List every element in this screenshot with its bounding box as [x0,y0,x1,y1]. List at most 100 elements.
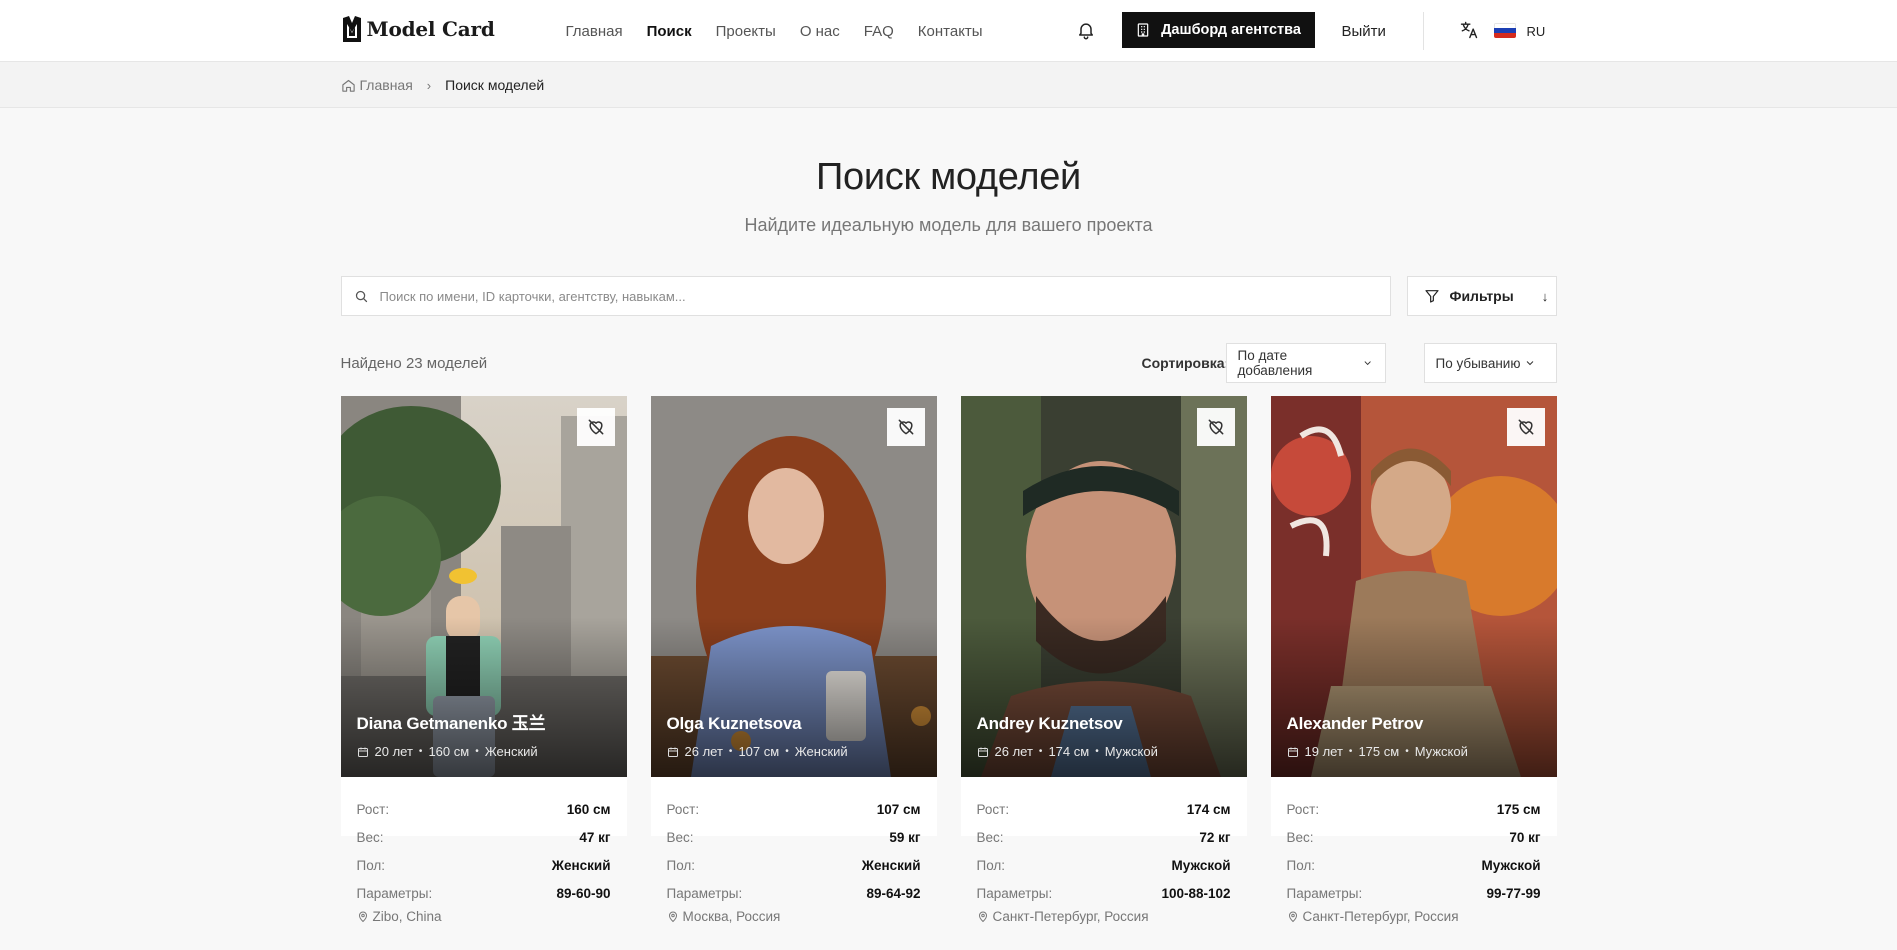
height-value: 174 см [1186,801,1231,817]
dashboard-button[interactable]: Дашборд агентства [1121,12,1315,48]
model-age: 19 лет [1304,744,1343,759]
translate-icon[interactable] [1459,20,1479,40]
height-value: 160 см [566,801,611,817]
params-value: 99-77-99 [1486,885,1541,901]
separator-dot: • [1038,746,1043,757]
nav-about[interactable]: О нас [800,23,840,40]
home-icon [341,79,355,92]
gender-value: Мужской [1481,857,1541,873]
model-card[interactable]: Andrey Kuznetsov 26 лет • 174 см • Мужск… [960,396,1247,924]
model-location: Zibo, China [372,909,442,924]
model-cards-grid: Diana Getmanenko 玉兰 20 лет • 160 см • Же… [340,396,1557,924]
model-gender-short: Женский [484,744,538,759]
calendar-icon [667,747,678,757]
model-age: 26 лет [684,744,723,759]
sort-order-select[interactable]: По убыванию [1423,343,1557,383]
breadcrumb: Главная › Поиск моделей [341,62,1557,108]
model-location: Санкт-Петербург, Россия [992,909,1149,924]
model-card[interactable]: Olga Kuznetsova 26 лет • 107 см • Женски… [650,396,937,924]
calendar-icon [1287,747,1298,757]
model-info: Рост: 175 см Вес: 70 кг Пол: Мужской Параме… [1271,777,1557,925]
sort-label: Сортировка: [1141,355,1230,371]
arrow-down-icon: ↓ [1541,288,1549,304]
model-height-short: 107 см [738,744,780,759]
height-value: 175 см [1496,801,1541,817]
model-name: Olga Kuznetsova [666,714,802,733]
separator-dot: • [1405,746,1409,757]
separator-dot: • [418,746,423,757]
calendar-icon [357,747,368,757]
nav-search[interactable]: Поиск [647,23,692,40]
location-pin-icon [668,911,677,922]
results-toolbar: Найдено 23 моделей Сортировка: По дате д… [341,343,1557,383]
nav-contacts[interactable]: Контакты [918,23,983,40]
favorite-button[interactable] [576,408,615,446]
favorite-button[interactable] [1196,408,1235,446]
gender-label: Пол: [976,857,1006,873]
model-card[interactable]: Diana Getmanenko 玉兰 20 лет • 160 см • Же… [340,396,627,924]
model-info: Рост: 107 см Вес: 59 кг Пол: Женский Параме… [651,777,937,925]
model-age: 20 лет [374,744,413,759]
model-height-short: 175 см [1358,744,1400,759]
separator-dot: • [1095,746,1099,757]
main-nav: Главная Поиск Проекты О нас FAQ Контакты [566,0,983,62]
russian-flag-icon[interactable] [1493,23,1516,38]
search-box[interactable] [340,276,1391,316]
location-pin-icon [1288,911,1297,922]
breadcrumb-current: Поиск моделей [445,77,545,93]
params-value: 89-64-92 [866,885,921,901]
favorite-button[interactable] [1506,408,1545,446]
nav-projects[interactable]: Проекты [716,23,776,40]
chevron-down-icon [1527,361,1534,366]
filters-label: Фильтры [1449,288,1514,304]
model-name: Andrey Kuznetsov [976,714,1123,733]
model-info: Рост: 174 см Вес: 72 кг Пол: Мужской Параме… [961,777,1247,925]
gender-value: Женский [551,857,611,873]
header-divider [1422,12,1424,50]
params-label: Параметры: [666,885,743,901]
params-label: Параметры: [976,885,1053,901]
sort-order-value: По убыванию [1435,355,1521,371]
model-name: Alexander Petrov [1286,714,1424,733]
language-code[interactable]: RU [1527,0,1546,62]
hero: Поиск моделей Найдите идеальную модель д… [341,108,1557,236]
model-photo[interactable]: Olga Kuznetsova 26 лет • 107 см • Женски… [650,396,937,777]
model-gender-short: Мужской [1104,744,1158,759]
separator-dot: • [1348,746,1353,757]
nav-faq[interactable]: FAQ [864,23,894,40]
sort-field-select[interactable]: По дате добавления [1225,343,1386,383]
separator-dot: • [475,746,479,757]
breadcrumb-home[interactable]: Главная [341,77,413,93]
separator-dot: • [785,746,789,757]
model-photo[interactable]: Alexander Petrov 19 лет • 175 см • Мужск… [1270,396,1557,777]
nav-home[interactable]: Главная [566,23,623,40]
model-card[interactable]: Alexander Petrov 19 лет • 175 см • Мужск… [1270,396,1557,924]
model-height-short: 160 см [428,744,470,759]
weight-value: 72 кг [1199,829,1231,845]
weight-value: 70 кг [1509,829,1541,845]
model-photo[interactable]: Diana Getmanenko 玉兰 20 лет • 160 см • Же… [340,396,627,777]
weight-label: Вес: [976,829,1004,845]
search-input[interactable] [379,288,1280,304]
model-gender-short: Женский [794,744,848,759]
gender-value: Мужской [1171,857,1231,873]
params-value: 100-88-102 [1161,885,1231,901]
model-photo[interactable]: Andrey Kuznetsov 26 лет • 174 см • Мужск… [960,396,1247,777]
bell-icon[interactable] [1076,20,1096,40]
heart-off-icon [1208,419,1223,435]
height-label: Рост: [1286,801,1320,817]
calendar-icon [977,747,988,757]
filters-button[interactable]: Фильтры ↓ [1406,276,1557,316]
heart-off-icon [588,419,603,435]
favorite-button[interactable] [886,408,925,446]
logout-button[interactable]: Выйти [1342,0,1386,62]
height-label: Рост: [976,801,1010,817]
gender-label: Пол: [666,857,696,873]
weight-label: Вес: [666,829,694,845]
model-height-short: 174 см [1048,744,1090,759]
logo[interactable]: Model Card [341,14,495,44]
weight-label: Вес: [356,829,384,845]
building-icon [1137,23,1149,37]
filter-icon [1424,290,1439,303]
weight-value: 59 кг [889,829,921,845]
